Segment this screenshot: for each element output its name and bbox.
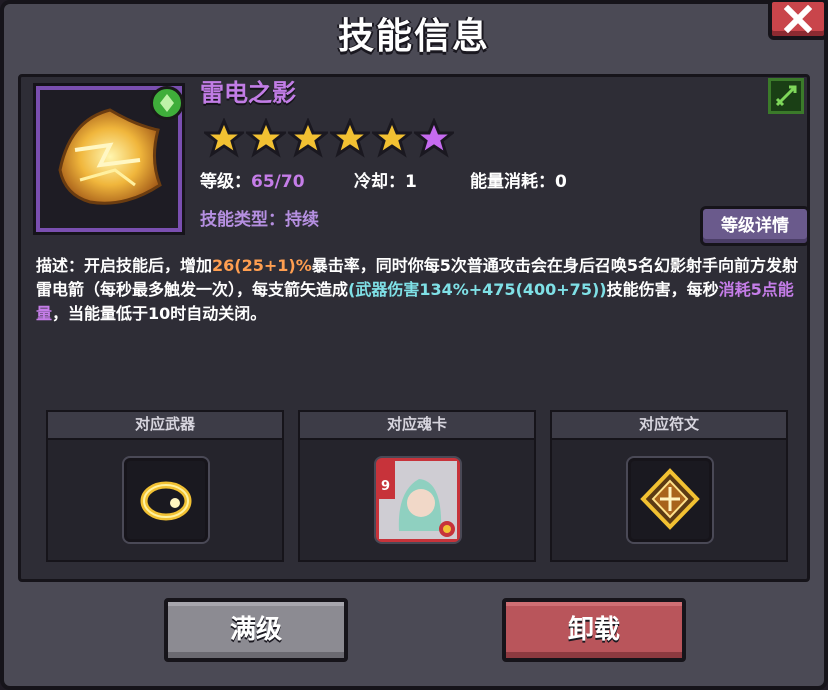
energy-label: 能量消耗： (470, 172, 555, 192)
star-gold-icon (372, 118, 412, 158)
star-purple-icon (414, 118, 454, 158)
desc-text-4: ，当能量低于10时自动关闭。 (52, 304, 267, 323)
rune-slot-title: 对应符文 (552, 412, 786, 440)
star-gold-icon (330, 118, 370, 158)
close-icon (784, 5, 812, 33)
soul-card-item[interactable]: 9 (376, 458, 460, 542)
level-details-button[interactable]: 等级详情 (700, 206, 810, 246)
level-value: 65/70 (251, 172, 305, 192)
star-gold-icon (288, 118, 328, 158)
skill-type-label: 技能类型： (200, 210, 285, 230)
close-button[interactable] (768, 0, 828, 40)
skill-type-value: 持续 (285, 210, 319, 230)
desc-text-3: 技能伤害，每秒 (606, 280, 719, 299)
weapon-slot-title: 对应武器 (48, 412, 282, 440)
cooldown-value: 1 (405, 172, 417, 192)
soul-card-slot: 对应魂卡 9 (298, 410, 536, 562)
desc-damage-value: (武器伤害134%+475(400+75)) (348, 280, 607, 299)
skill-description: 描述：开启技能后，增加26(25+1)%暴击率，同时你每5次普通攻击会在身后召唤… (36, 254, 802, 326)
soul-card-slot-title: 对应魂卡 (300, 412, 534, 440)
weapon-slot: 对应武器 (46, 410, 284, 562)
golden-bracelet-icon (140, 481, 192, 521)
panel-title: 技能信息 (337, 16, 490, 57)
desc-text-1: 描述：开启技能后，增加 (36, 256, 213, 275)
max-level-button[interactable]: 满级 (164, 598, 348, 662)
weapon-item[interactable] (124, 458, 208, 542)
energy-stat: 能量消耗：0 (470, 168, 567, 196)
star-gold-icon (246, 118, 286, 158)
soul-card-level: 9 (381, 479, 391, 494)
star-rating (204, 118, 454, 158)
level-label: 等级： (200, 172, 251, 192)
energy-value: 0 (555, 172, 567, 192)
character-card-icon (379, 461, 457, 539)
skill-name: 雷电之影 (200, 79, 296, 107)
cooldown-label: 冷却： (354, 172, 405, 192)
leaf-badge-icon (150, 86, 184, 120)
level-stat: 等级：65/70 (200, 168, 305, 196)
unload-button[interactable]: 卸载 (502, 598, 686, 662)
cooldown-stat: 冷却：1 (354, 168, 417, 196)
desc-crit-value: 26(25+1)% (212, 256, 312, 275)
rune-slot: 对应符文 (550, 410, 788, 562)
star-gold-icon (204, 118, 244, 158)
rune-item[interactable] (628, 458, 712, 542)
skill-type: 技能类型：持续 (200, 206, 319, 234)
golden-rune-icon (640, 468, 700, 530)
sword-icon[interactable] (768, 78, 804, 114)
